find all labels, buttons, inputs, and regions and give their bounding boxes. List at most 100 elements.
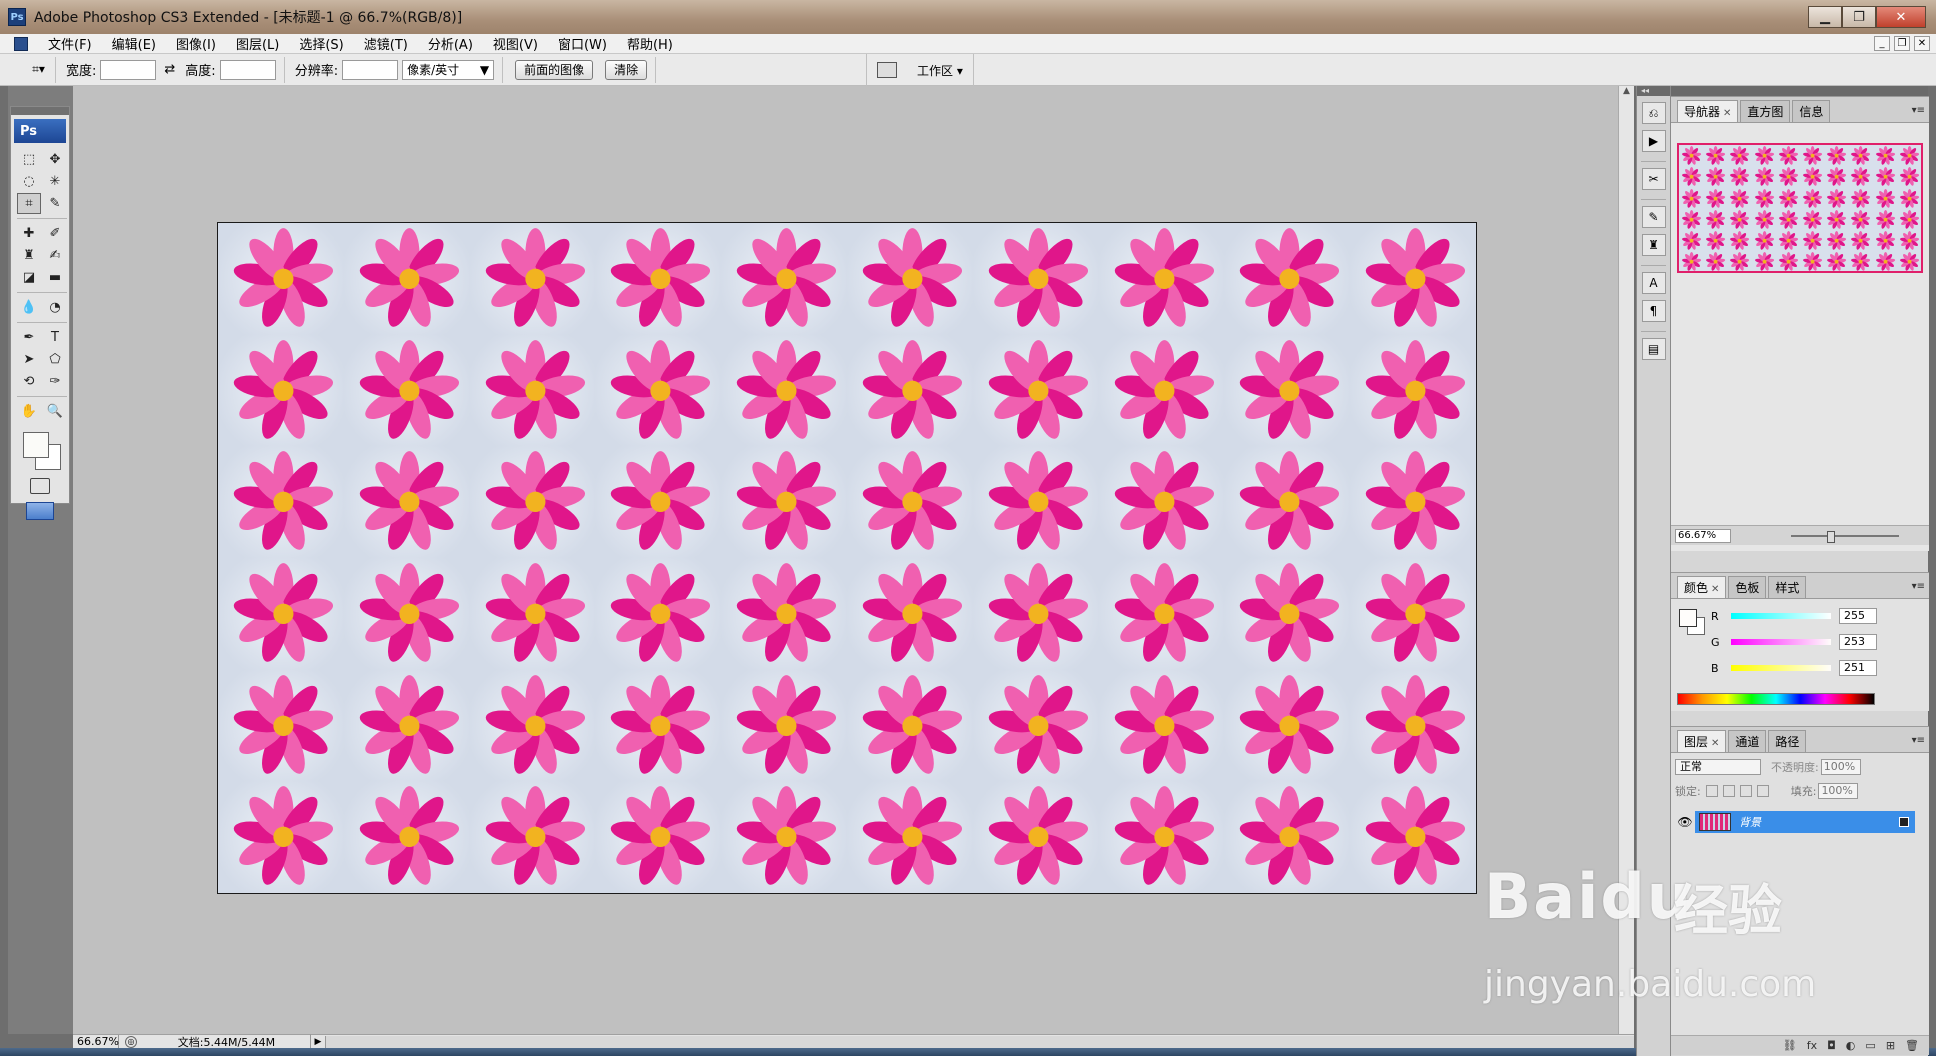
lock-pixels-icon[interactable] [1722, 785, 1735, 797]
tab-swatches[interactable]: 色板 [1728, 576, 1767, 598]
bridge-icon[interactable] [877, 62, 897, 78]
tool-presets-icon[interactable]: ✂ [1641, 168, 1666, 190]
clear-button[interactable]: 清除 [605, 59, 648, 80]
3d-rotate-icon[interactable]: ⟲ [17, 371, 41, 392]
toolbox-grip[interactable] [11, 107, 69, 115]
lock-position-icon[interactable] [1739, 785, 1752, 797]
document-icon[interactable] [14, 36, 28, 51]
screen-mode-toggle[interactable] [11, 502, 69, 520]
magic-wand-icon[interactable]: ✳ [43, 171, 67, 192]
history-brush-icon[interactable]: ✍ [43, 245, 67, 266]
status-menu-arrow-icon[interactable]: ▶ [311, 1037, 325, 1047]
pen-icon[interactable]: ✒ [17, 327, 41, 348]
lock-all-icon[interactable] [1756, 785, 1769, 797]
stamp-icon[interactable]: ♜ [17, 245, 41, 266]
hand-icon[interactable]: ✋ [17, 401, 41, 422]
crop-tool-preset-icon[interactable]: ⌗▾ [22, 56, 56, 83]
blur-icon[interactable]: 💧 [17, 297, 41, 318]
zoom-icon[interactable]: 🔍 [43, 401, 67, 422]
menu-filter[interactable]: 滤镜(T) [354, 34, 418, 53]
opacity-field[interactable]: 100% [1820, 759, 1861, 775]
panel-menu-icon[interactable]: ▾≡ [1912, 105, 1925, 116]
close-icon[interactable]: ✕ [1876, 6, 1926, 28]
delete-layer-icon[interactable]: 🗑 [1905, 1039, 1919, 1052]
navigator-zoom-slider[interactable] [1791, 530, 1899, 543]
channel-g-field[interactable]: 253 [1839, 634, 1877, 650]
brushes-icon[interactable]: ✎ [1641, 206, 1666, 228]
type-icon[interactable]: T [43, 327, 67, 348]
swap-arrows-icon[interactable]: ⇄ [164, 62, 175, 77]
healing-brush-icon[interactable]: ✚ [17, 223, 41, 244]
path-select-icon[interactable]: ➤ [17, 349, 41, 370]
blend-mode-select[interactable]: 正常 [1675, 759, 1761, 775]
new-layer-icon[interactable]: ⊞ [1886, 1039, 1895, 1052]
adjustment-layer-icon[interactable]: ◐ [1846, 1039, 1856, 1052]
doc-close-icon[interactable]: ✕ [1914, 36, 1930, 51]
new-group-icon[interactable]: ▭ [1865, 1039, 1875, 1052]
actions-icon[interactable]: ▶ [1641, 130, 1666, 152]
foreground-color-swatch[interactable] [23, 432, 49, 458]
menu-view[interactable]: 视图(V) [483, 34, 548, 53]
color-spectrum-bar[interactable] [1677, 693, 1875, 705]
character-icon[interactable]: A [1641, 272, 1666, 294]
tab-channels[interactable]: 通道 [1728, 730, 1767, 752]
lasso-icon[interactable]: ◌ [17, 171, 41, 192]
channel-r-field[interactable]: 255 [1839, 608, 1877, 624]
eraser-icon[interactable]: ◪ [17, 267, 41, 288]
menu-edit[interactable]: 编辑(E) [102, 34, 166, 53]
menu-analysis[interactable]: 分析(A) [418, 34, 483, 53]
panel-menu-icon[interactable]: ▾≡ [1912, 581, 1925, 592]
shape-icon[interactable]: ⬠ [43, 349, 67, 370]
menu-image[interactable]: 图像(I) [166, 34, 226, 53]
crop-icon[interactable]: ⌗ [17, 193, 41, 214]
gradient-icon[interactable]: ▬ [43, 267, 67, 288]
channel-b-slider[interactable] [1731, 665, 1831, 671]
move-icon[interactable]: ✥ [43, 149, 67, 170]
horizontal-scrollbar[interactable] [325, 1035, 1634, 1048]
menu-window[interactable]: 窗口(W) [548, 34, 617, 53]
doc-minimize-icon[interactable]: _ [1874, 36, 1890, 51]
status-zoom[interactable]: 66.67% [73, 1035, 119, 1048]
height-field[interactable] [219, 59, 276, 80]
panel-menu-icon[interactable]: ▾≡ [1912, 735, 1925, 746]
layer-comps-icon[interactable]: ▤ [1641, 338, 1666, 360]
paragraph-icon[interactable]: ¶ [1641, 300, 1666, 322]
width-field[interactable] [100, 59, 157, 80]
clone-source-icon[interactable]: ♜ [1641, 234, 1666, 256]
doc-restore-icon[interactable]: ❐ [1894, 36, 1910, 51]
dodge-icon[interactable]: ◔ [43, 297, 67, 318]
layer-style-icon[interactable]: fx [1807, 1039, 1817, 1052]
channel-g-slider[interactable] [1731, 639, 1831, 645]
document-canvas[interactable] [217, 222, 1477, 894]
resolution-field[interactable] [342, 59, 399, 80]
navigator-zoom-field[interactable]: 66.67% [1675, 528, 1731, 543]
workspace-button[interactable]: 工作区 ▾ [917, 62, 963, 79]
navigator-thumbnail[interactable] [1677, 143, 1923, 273]
close-icon[interactable]: ✕ [1711, 584, 1719, 595]
close-icon[interactable]: ✕ [1723, 108, 1731, 119]
tab-layers[interactable]: 图层 ✕ [1677, 730, 1727, 752]
info-icon[interactable]: ◎ [125, 1035, 137, 1048]
tab-color[interactable]: 颜色 ✕ [1677, 576, 1727, 598]
eyedropper-icon[interactable]: ✑ [43, 371, 67, 392]
tab-info[interactable]: 信息 [1792, 100, 1831, 122]
restore-icon[interactable]: ❐ [1842, 6, 1876, 28]
resolution-unit-select[interactable]: 像素/英寸 ▼ [402, 59, 495, 80]
menu-layer[interactable]: 图层(L) [226, 34, 289, 53]
menu-select[interactable]: 选择(S) [289, 34, 353, 53]
minimize-icon[interactable]: ▁ [1808, 6, 1842, 28]
close-icon[interactable]: ✕ [1711, 738, 1719, 749]
tab-histogram[interactable]: 直方图 [1740, 100, 1791, 122]
quick-mask-toggle[interactable] [11, 478, 69, 494]
fill-field[interactable]: 100% [1818, 783, 1859, 799]
tab-paths[interactable]: 路径 [1768, 730, 1807, 752]
menu-file[interactable]: 文件(F) [38, 34, 102, 53]
menu-help[interactable]: 帮助(H) [617, 34, 683, 53]
history-icon[interactable]: ⎌ [1641, 102, 1666, 124]
front-image-button[interactable]: 前面的图像 [515, 59, 594, 80]
marquee-icon[interactable]: ⬚ [17, 149, 41, 170]
channel-r-slider[interactable] [1731, 613, 1831, 619]
scroll-up-icon[interactable]: ▲ [1619, 86, 1634, 100]
layer-row-background[interactable]: 👁 背景 [1675, 811, 1915, 833]
tab-navigator[interactable]: 导航器 ✕ [1677, 100, 1739, 122]
